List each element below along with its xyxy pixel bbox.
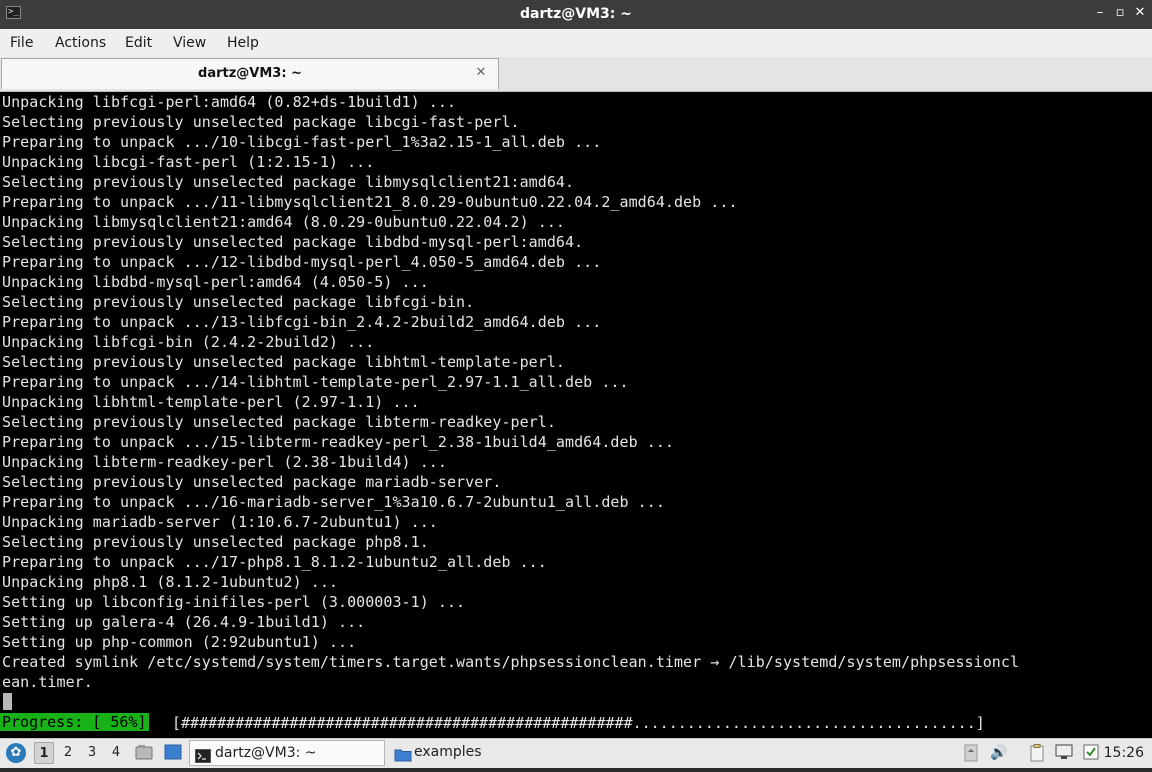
terminal-line: Unpacking libdbd-mysql-perl:amd64 (4.050… [2, 273, 429, 291]
tab-label: dartz@VM3: ~ [198, 66, 302, 81]
window-title: dartz@VM3: ~ [520, 6, 632, 22]
task-examples[interactable]: examples [389, 740, 585, 766]
terminal-line: Unpacking libfcgi-bin (2.4.2-2build2) ..… [2, 333, 375, 351]
restore-icon[interactable]: ▫ [1113, 6, 1127, 20]
minimize-icon[interactable]: – [1093, 6, 1107, 20]
network-icon[interactable] [1055, 744, 1073, 762]
terminal-line: Unpacking libterm-readkey-perl (2.38-1bu… [2, 453, 447, 471]
terminal-line: Unpacking php8.1 (8.1.2-1ubuntu2) ... [2, 573, 338, 591]
volume-icon[interactable]: 🔊 [990, 744, 1008, 762]
terminal-line: Selecting previously unselected package … [2, 353, 566, 371]
terminal-line: Preparing to unpack .../16-mariadb-serve… [2, 493, 665, 511]
terminal-line: Selecting previously unselected package … [2, 473, 502, 491]
progress-label: Progress: [ 56%] [0, 713, 149, 731]
task-label: dartz@VM3: ~ [215, 745, 317, 761]
clock[interactable]: 15:26 [1104, 739, 1144, 767]
workspace-1[interactable]: 1 [34, 742, 54, 764]
tab-close-icon[interactable]: ✕ [474, 66, 488, 80]
menubar: File Actions Edit View Help [0, 29, 1152, 57]
update-notifier-icon[interactable] [1082, 744, 1100, 762]
terminal-line: Unpacking libfcgi-perl:amd64 (0.82+ds-1b… [2, 93, 457, 111]
workspace-4[interactable]: 4 [106, 742, 126, 764]
close-window-icon[interactable]: ✕ [1133, 6, 1147, 20]
terminal-line: Selecting previously unselected package … [2, 173, 575, 191]
workspace-3[interactable]: 3 [82, 742, 102, 764]
task-label: examples [414, 744, 482, 760]
terminal-line: Preparing to unpack .../15-libterm-readk… [2, 433, 674, 451]
menu-edit[interactable]: Edit [125, 29, 152, 57]
terminal-line: Preparing to unpack .../13-libfcgi-bin_2… [2, 313, 602, 331]
scroll-up-icon[interactable] [962, 744, 980, 762]
window-titlebar[interactable]: >_ dartz@VM3: ~ – ▫ ✕ [0, 0, 1152, 29]
terminal-line: Preparing to unpack .../17-php8.1_8.1.2-… [2, 553, 547, 571]
terminal-line: Selecting previously unselected package … [2, 113, 520, 131]
terminal-cursor [3, 693, 12, 710]
clipboard-icon[interactable] [1028, 744, 1046, 762]
terminal-line: Setting up php-common (2:92ubuntu1) ... [2, 633, 357, 651]
terminal-line: ean.timer. [2, 673, 93, 691]
taskbar: ✿ 1 2 3 4 dartz@VM3: ~ examples 🔊 15:26 [0, 738, 1152, 768]
task-terminal[interactable]: dartz@VM3: ~ [189, 740, 385, 766]
terminal-line: Selecting previously unselected package … [2, 233, 584, 251]
start-menu-icon[interactable]: ✿ [6, 743, 26, 763]
menu-help[interactable]: Help [227, 29, 259, 57]
terminal-line: Selecting previously unselected package … [2, 533, 429, 551]
terminal-line: Unpacking libcgi-fast-perl (1:2.15-1) ..… [2, 153, 375, 171]
terminal-line: Preparing to unpack .../12-libdbd-mysql-… [2, 253, 602, 271]
terminal-line: Created symlink /etc/systemd/system/time… [2, 653, 1020, 671]
terminal-line: Selecting previously unselected package … [2, 413, 556, 431]
tab-terminal[interactable]: dartz@VM3: ~ ✕ [1, 58, 499, 89]
terminal-line: Setting up galera-4 (26.4.9-1build1) ... [2, 613, 366, 631]
terminal-line: Unpacking mariadb-server (1:10.6.7-2ubun… [2, 513, 438, 531]
terminal-icon [195, 746, 211, 763]
progress-bar-text: [#######################################… [172, 714, 985, 732]
tab-bar: dartz@VM3: ~ ✕ [0, 57, 1152, 92]
show-desktop-icon[interactable] [164, 744, 182, 760]
terminal-line: Preparing to unpack .../14-libhtml-templ… [2, 373, 629, 391]
terminal-line: Setting up libconfig-inifiles-perl (3.00… [2, 593, 466, 611]
terminal-line: Unpacking libhtml-template-perl (2.97-1.… [2, 393, 420, 411]
terminal-line: Selecting previously unselected package … [2, 293, 475, 311]
terminal-output[interactable]: Unpacking libfcgi-perl:amd64 (0.82+ds-1b… [0, 92, 1152, 738]
terminal-line: Preparing to unpack .../11-libmysqlclien… [2, 193, 738, 211]
terminal-line: Preparing to unpack .../10-libcgi-fast-p… [2, 133, 602, 151]
menu-file[interactable]: File [10, 29, 33, 57]
workspace-2[interactable]: 2 [58, 742, 78, 764]
menu-actions[interactable]: Actions [55, 29, 106, 57]
terminal-line: Unpacking libmysqlclient21:amd64 (8.0.29… [2, 213, 566, 231]
file-manager-launcher-icon[interactable] [135, 744, 153, 760]
menu-view[interactable]: View [173, 29, 206, 57]
folder-icon [394, 745, 412, 762]
